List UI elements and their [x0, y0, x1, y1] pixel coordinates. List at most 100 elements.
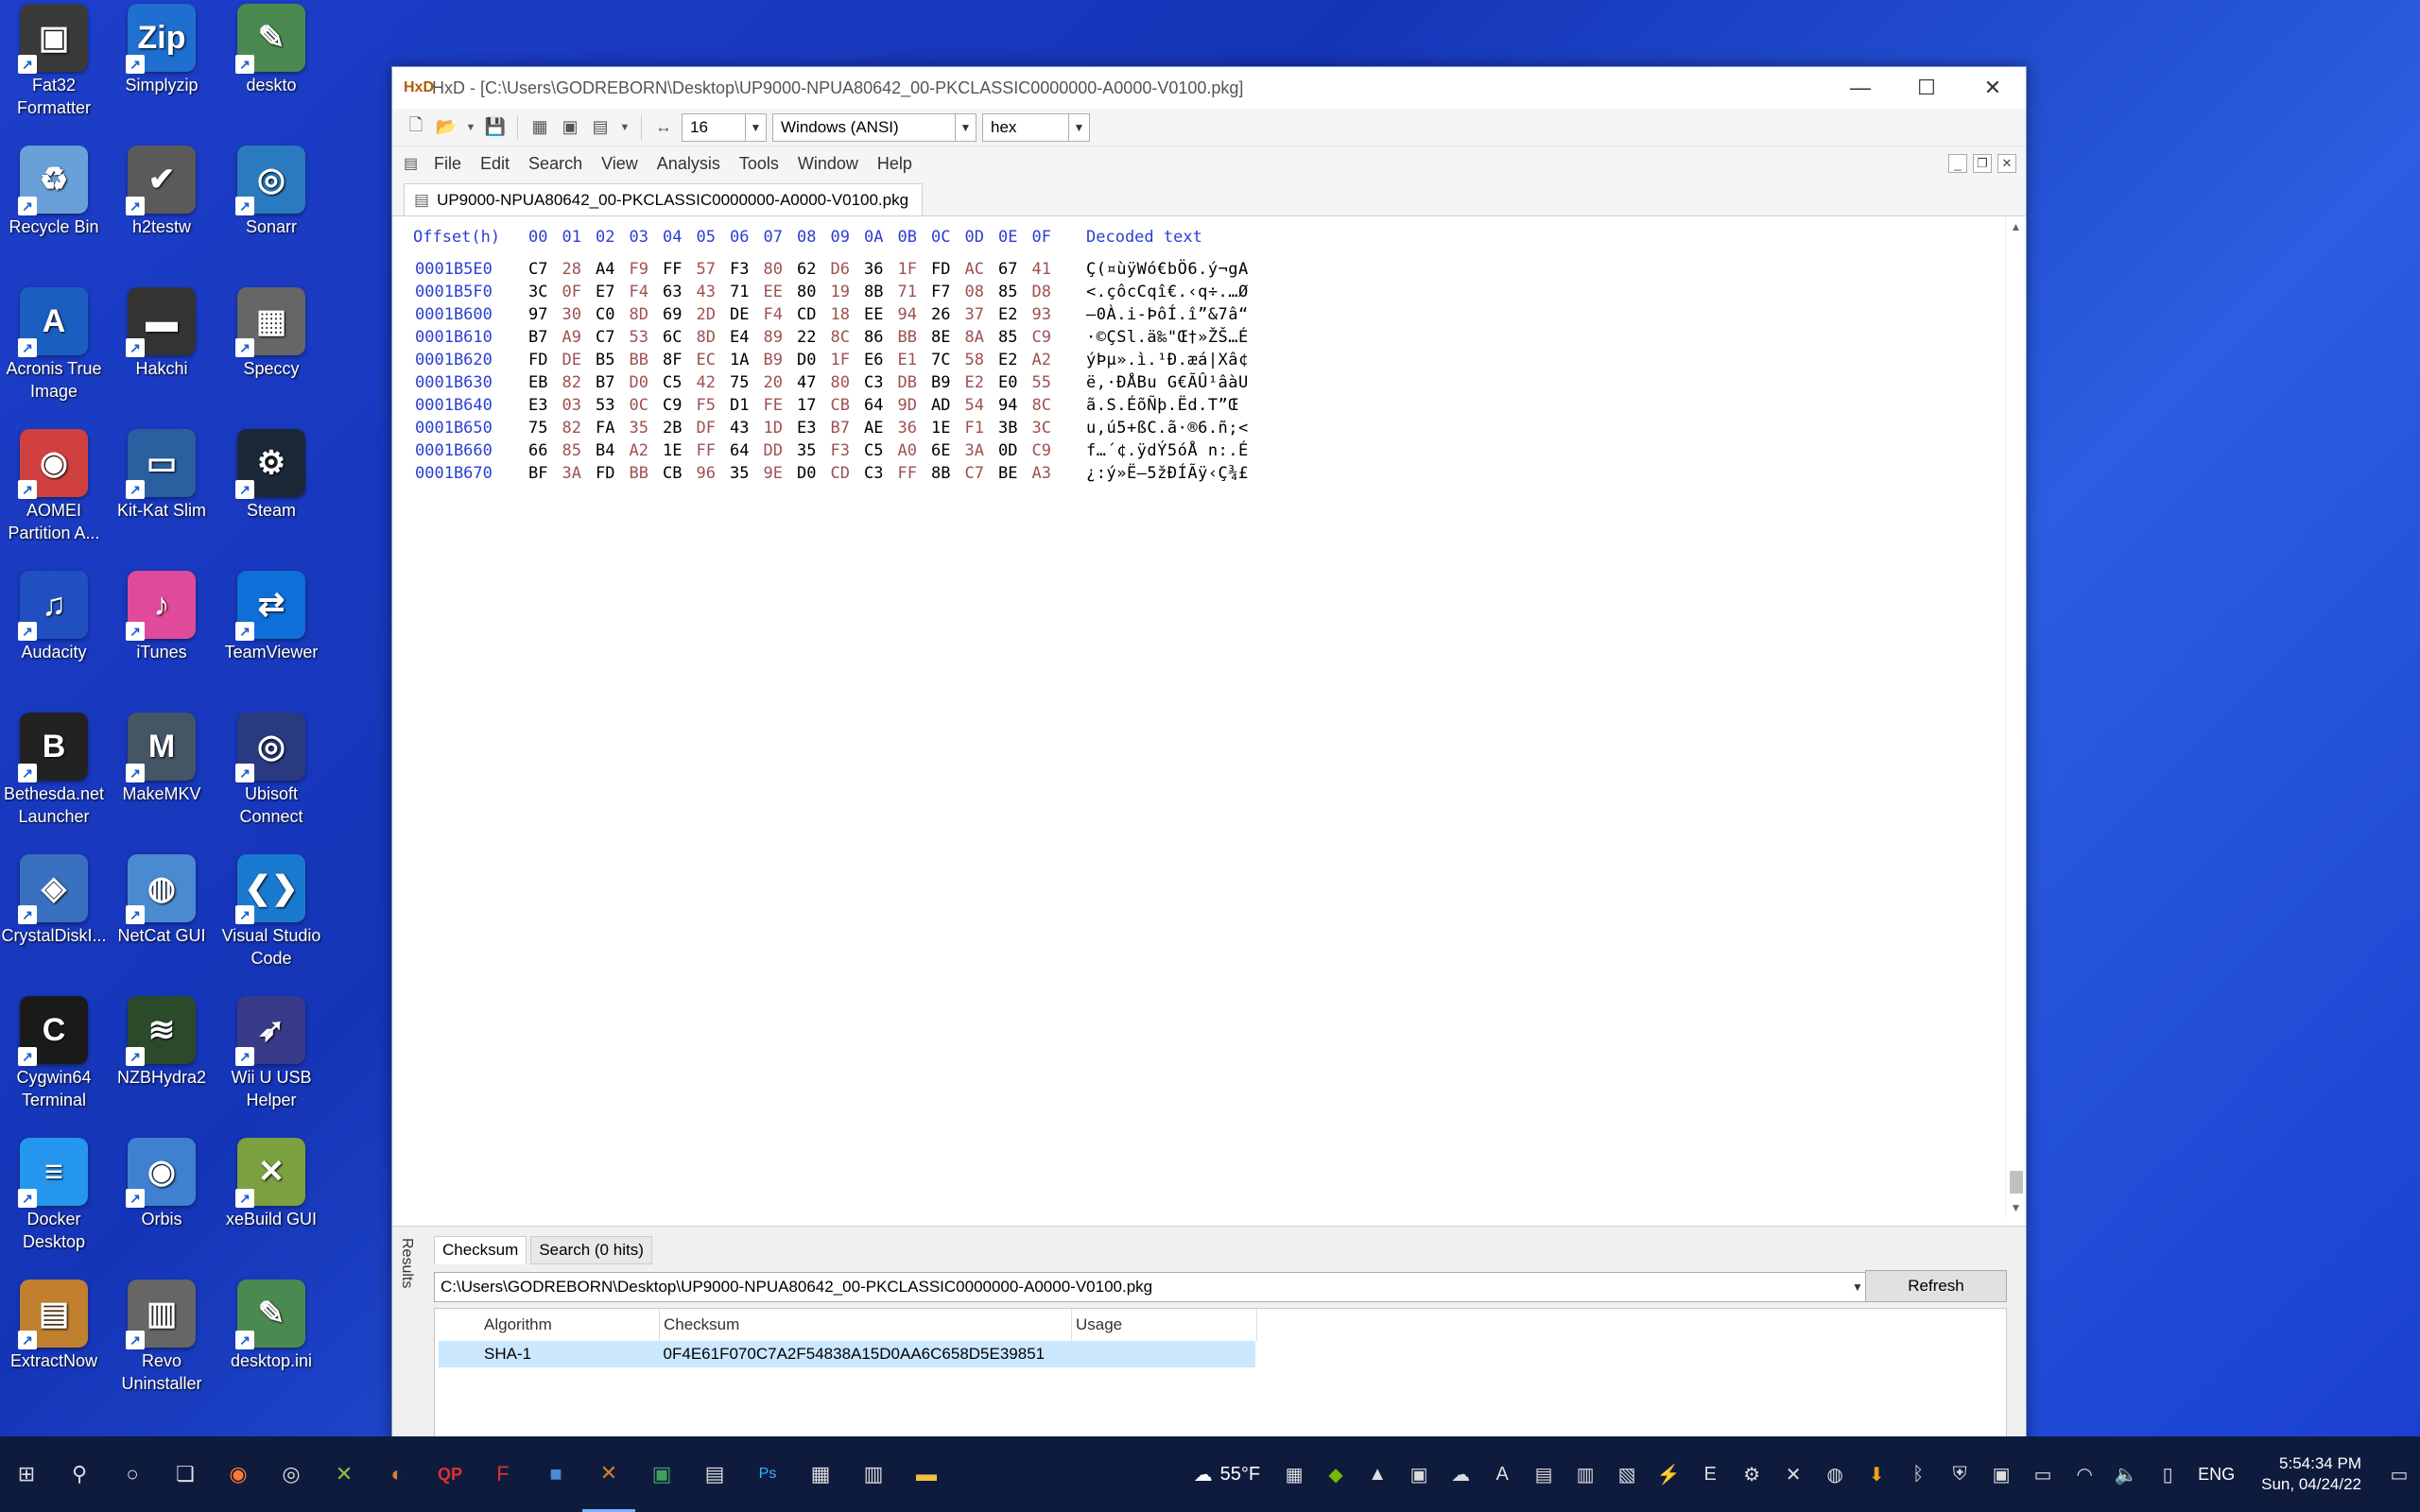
tray-icon[interactable]: ▲ [1357, 1464, 1398, 1486]
hex-byte[interactable]: 3C [1032, 417, 1066, 439]
tray-icon[interactable]: ▦ [1273, 1463, 1315, 1486]
hex-byte[interactable]: 26 [931, 303, 965, 326]
hex-byte[interactable]: D6 [831, 258, 865, 281]
row-decoded-text[interactable]: ¿:ý»Ë–5žÐÍÃÿ‹Ç¾£ [1086, 462, 1249, 485]
hex-byte[interactable]: 3A [562, 462, 596, 485]
firefox-icon[interactable]: ◉ [212, 1436, 265, 1512]
hex-byte[interactable]: B4 [596, 439, 630, 462]
disk-icon[interactable]: ▤ [588, 115, 613, 140]
desktop-icon[interactable]: ◎ ↗ Sonarr [217, 146, 325, 238]
desktop-icon[interactable]: A ↗ Acronis True Image [0, 287, 108, 403]
row-decoded-text[interactable]: ýÞµ».ì.¹Ð.æá|Xâ¢ [1086, 349, 1249, 371]
hex-byte[interactable]: 71 [730, 281, 764, 303]
desktop-icon[interactable]: ♻ ↗ Recycle Bin [0, 146, 108, 238]
scroll-up-icon[interactable]: ▲ [2006, 216, 2026, 237]
app-icon[interactable]: ▤ [688, 1436, 741, 1512]
hex-byte[interactable]: A2 [1032, 349, 1066, 371]
refresh-button[interactable]: Refresh [1865, 1270, 2007, 1302]
menu-window[interactable]: Window [788, 154, 868, 174]
hex-byte[interactable]: F1 [965, 417, 999, 439]
row-decoded-text[interactable]: ã.S.ÉõÑþ.Ëd.­T”Œ [1086, 394, 1238, 417]
hex-byte[interactable]: AE [864, 417, 898, 439]
hex-byte[interactable]: 1F [898, 258, 932, 281]
hex-byte[interactable]: 08 [965, 281, 999, 303]
app-icon[interactable]: ▥ [847, 1436, 900, 1512]
hxd-taskbar-icon[interactable]: ✕ [582, 1436, 635, 1512]
hex-byte[interactable]: 2D [697, 303, 731, 326]
menu-edit[interactable]: Edit [471, 154, 519, 174]
hex-byte[interactable]: FE [764, 394, 798, 417]
hex-byte[interactable]: 69 [663, 303, 697, 326]
desktop-icon[interactable]: ◎ ↗ Ubisoft Connect [217, 713, 325, 828]
hex-row[interactable]: 0001B640 E3 03 53 0C C9 F5 D1 FE 17 CB 64 9D AD 54 94 8C… [415, 394, 1249, 417]
hex-byte[interactable]: C7 [596, 326, 630, 349]
hex-byte[interactable]: DD [764, 439, 798, 462]
hex-byte[interactable]: 75 [528, 417, 562, 439]
mdi-restore-button[interactable]: ❐ [1973, 154, 1992, 173]
menu-search[interactable]: Search [519, 154, 592, 174]
tray-icon[interactable]: ▤ [1523, 1463, 1564, 1486]
language-indicator[interactable]: ENG [2188, 1465, 2244, 1485]
tray-icon[interactable]: ▧ [1606, 1463, 1648, 1486]
hex-byte[interactable]: A0 [898, 439, 932, 462]
weather-widget[interactable]: ☁ 55°F [1181, 1463, 1273, 1486]
hex-byte[interactable]: 94 [998, 394, 1032, 417]
photoshop-icon[interactable]: Ps [741, 1436, 794, 1512]
hex-byte[interactable]: FA [596, 417, 630, 439]
new-file-icon[interactable]: 🗋 [404, 115, 428, 140]
qp-icon[interactable]: QP [424, 1436, 476, 1512]
hex-byte[interactable]: 43 [730, 417, 764, 439]
hex-byte[interactable]: C0 [596, 303, 630, 326]
volume-icon[interactable]: 🔈 [2105, 1463, 2147, 1486]
close-file-icon[interactable]: ▦ [527, 115, 552, 140]
tab-document[interactable]: ▤ UP9000-NPUA80642_00-PKCLASSIC0000000-A… [404, 183, 924, 215]
column-algorithm[interactable]: Algorithm [480, 1309, 660, 1341]
hex-byte[interactable]: 71 [898, 281, 932, 303]
hex-byte[interactable]: EB [528, 371, 562, 394]
battery-icon[interactable]: ▭ [2022, 1463, 2064, 1486]
hex-byte[interactable]: 2B [663, 417, 697, 439]
hex-byte[interactable]: 67 [998, 258, 1032, 281]
hex-byte[interactable]: 30 [562, 303, 596, 326]
qbittorrent-icon[interactable]: ◍ [1814, 1463, 1856, 1486]
hex-byte[interactable]: DB [898, 371, 932, 394]
hex-byte[interactable]: 36 [898, 417, 932, 439]
hex-byte[interactable]: 18 [831, 303, 865, 326]
hex-byte[interactable]: CD [831, 462, 865, 485]
hex-byte[interactable]: 8B [864, 281, 898, 303]
title-bar[interactable]: HxD HxD - [C:\Users\GODREBORN\Desktop\UP… [392, 67, 2026, 109]
onedrive-icon[interactable]: ☁ [1440, 1463, 1481, 1486]
hex-byte[interactable]: 93 [1032, 303, 1066, 326]
hex-byte[interactable]: 35 [630, 417, 664, 439]
hex-byte[interactable]: A4 [596, 258, 630, 281]
hex-byte[interactable]: 85 [998, 281, 1032, 303]
hex-byte[interactable]: C3 [864, 462, 898, 485]
hex-byte[interactable]: FF [697, 439, 731, 462]
hex-byte[interactable]: E6 [864, 349, 898, 371]
notifications-icon[interactable]: ▭ [2378, 1463, 2420, 1486]
desktop-icon[interactable]: ⇄ ↗ TeamViewer [217, 571, 325, 663]
hex-byte[interactable]: 66 [528, 439, 562, 462]
calculator-icon[interactable]: ▦ [794, 1436, 847, 1512]
hex-byte[interactable]: D0 [797, 349, 831, 371]
hex-byte[interactable]: F9 [630, 258, 664, 281]
hex-byte[interactable]: 82 [562, 371, 596, 394]
ram-icon[interactable]: ▣ [558, 115, 582, 140]
app-icon[interactable]: ◐ [371, 1436, 424, 1512]
hex-byte[interactable]: 0C [630, 394, 664, 417]
desktop-icon[interactable]: ➶ ↗ Wii U USB Helper [217, 996, 325, 1111]
hex-byte[interactable]: 6C [663, 326, 697, 349]
hex-byte[interactable]: F3 [831, 439, 865, 462]
menu-analysis[interactable]: Analysis [648, 154, 730, 174]
usb-icon[interactable]: ▯ [2147, 1463, 2188, 1486]
mdi-close-button[interactable]: ✕ [1997, 154, 2016, 173]
hex-byte[interactable]: 8E [931, 326, 965, 349]
hex-byte[interactable]: 0F [562, 281, 596, 303]
hex-byte[interactable]: D8 [1032, 281, 1066, 303]
hex-byte[interactable]: FF [663, 258, 697, 281]
desktop-icon[interactable]: ✎ ↗ desktop.ini [217, 1280, 325, 1372]
hex-byte[interactable]: E0 [998, 371, 1032, 394]
hex-byte[interactable]: C5 [663, 371, 697, 394]
scroll-thumb[interactable] [2010, 1171, 2023, 1194]
desktop-icon[interactable]: ✕ ↗ xeBuild GUI [217, 1138, 325, 1230]
